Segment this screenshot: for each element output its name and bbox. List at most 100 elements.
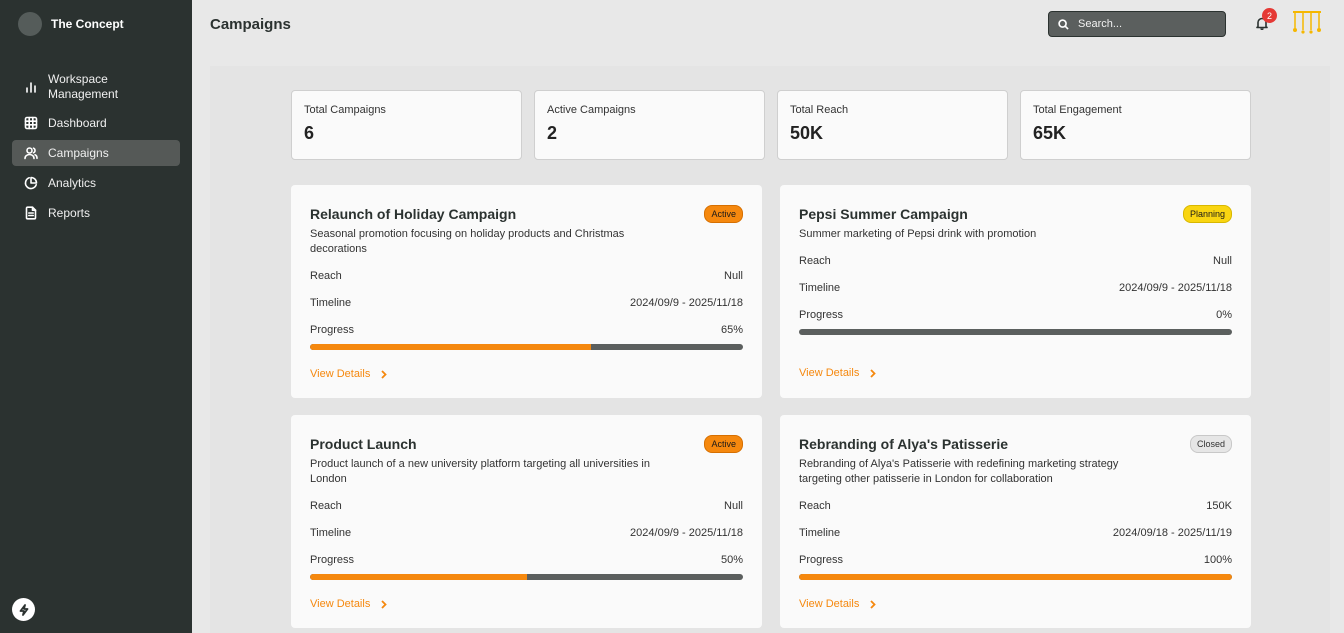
sidebar-item-campaigns[interactable]: Campaigns — [12, 140, 180, 166]
campaign-title: Rebranding of Alya's Patisserie — [799, 436, 1008, 452]
timeline-label: Timeline — [310, 527, 352, 539]
progress-value: 65% — [720, 324, 743, 336]
reach-row: Reach Null — [310, 269, 743, 284]
campaign-card: Pepsi Summer Campaign Planning Summer ma… — [780, 185, 1251, 398]
timeline-label: Timeline — [799, 527, 841, 539]
page-title: Campaigns — [210, 15, 291, 33]
view-details-label: View Details — [310, 598, 371, 610]
status-badge: Active — [704, 435, 743, 453]
progress-value: 100% — [1203, 554, 1232, 566]
search-box[interactable] — [1048, 11, 1226, 37]
campaign-title: Product Launch — [310, 436, 417, 452]
timeline-value: 2024/09/18 - 2025/11/19 — [1112, 527, 1232, 539]
progress-value: 0% — [1216, 309, 1232, 321]
view-details-label: View Details — [799, 598, 860, 610]
reach-value: Null — [724, 500, 743, 512]
sidebar-item-label: Reports — [48, 206, 91, 220]
document-icon — [24, 206, 38, 220]
timeline-row: Timeline 2024/09/9 - 2025/11/18 — [799, 281, 1232, 296]
stat-card-active-campaigns: Active Campaigns 2 — [534, 90, 765, 160]
sidebar-item-label: Dashboard — [48, 116, 107, 130]
chevron-right-icon — [870, 599, 877, 609]
progress-label: Progress — [310, 554, 355, 566]
search-input[interactable] — [1078, 18, 1218, 30]
view-details-link[interactable]: View Details — [799, 598, 877, 610]
stat-label: Total Reach — [790, 104, 849, 116]
search-icon — [1058, 18, 1069, 30]
reach-label: Reach — [799, 500, 831, 512]
stat-label: Active Campaigns — [547, 104, 636, 116]
reach-row: Reach Null — [310, 499, 743, 514]
progress-bar-fill — [310, 344, 592, 350]
timeline-value: 2024/09/9 - 2025/11/18 — [1119, 282, 1232, 294]
campaign-description: Rebranding of Alya's Patisserie with red… — [799, 458, 1119, 485]
stat-value: 65K — [1033, 123, 1067, 143]
reach-value: Null — [1213, 255, 1232, 267]
stat-label: Total Engagement — [1033, 104, 1122, 116]
timeline-value: 2024/09/9 - 2025/11/18 — [630, 527, 743, 539]
view-details-label: View Details — [799, 367, 860, 379]
notification-badge: 2 — [1262, 8, 1277, 23]
stat-value: 50K — [790, 123, 824, 143]
campaign-description: Seasonal promotion focusing on holiday p… — [310, 228, 625, 255]
grid-icon — [24, 116, 38, 130]
sidebar-item-analytics[interactable]: Analytics — [12, 170, 180, 196]
progress-row: Progress 0% — [799, 308, 1232, 323]
brand-logo — [18, 12, 42, 36]
stat-card-total-campaigns: Total Campaigns 6 — [291, 90, 522, 160]
sidebar-item-label: Campaigns — [48, 146, 109, 160]
timeline-row: Timeline 2024/09/18 - 2025/11/19 — [799, 526, 1232, 541]
progress-bar — [799, 329, 1232, 335]
sidebar-item-label: Analytics — [48, 176, 97, 190]
users-icon — [24, 146, 38, 160]
pie-chart-icon — [24, 176, 38, 190]
timeline-row: Timeline 2024/09/9 - 2025/11/18 — [310, 296, 743, 311]
progress-row: Progress 50% — [310, 553, 743, 568]
progress-bar — [799, 574, 1232, 580]
campaign-description: Summer marketing of Pepsi drink with pro… — [799, 228, 1037, 240]
notification-bell[interactable]: 2 — [1255, 8, 1277, 32]
campaign-card: Product Launch Active Product launch of … — [291, 415, 762, 628]
sidebar-item-dashboard[interactable]: Dashboard — [12, 110, 180, 136]
view-details-link[interactable]: View Details — [310, 598, 388, 610]
progress-label: Progress — [799, 309, 844, 321]
bolt-icon[interactable] — [12, 598, 35, 621]
timeline-value: 2024/09/9 - 2025/11/18 — [630, 297, 743, 309]
stat-card-total-engagement: Total Engagement 65K — [1020, 90, 1251, 160]
campaign-card: Relaunch of Holiday Campaign Active Seas… — [291, 185, 762, 398]
main-content: Total Campaigns 6 Active Campaigns 2 Tot… — [210, 66, 1330, 633]
reach-label: Reach — [799, 255, 831, 267]
stat-label: Total Campaigns — [304, 104, 386, 116]
timeline-label: Timeline — [799, 282, 841, 294]
app-logo[interactable] — [1292, 10, 1322, 34]
sidebar-item-label: Workspace Management — [48, 72, 119, 101]
view-details-link[interactable]: View Details — [799, 367, 877, 379]
progress-label: Progress — [310, 324, 355, 336]
stat-card-total-reach: Total Reach 50K — [777, 90, 1008, 160]
chevron-right-icon — [870, 368, 877, 378]
brand-name: The Concept — [51, 17, 124, 31]
reach-value: Null — [724, 270, 743, 282]
progress-value: 50% — [720, 554, 743, 566]
reach-value: 150K — [1206, 500, 1232, 512]
campaign-description: Product launch of a new university platf… — [310, 458, 650, 485]
chevron-right-icon — [381, 599, 388, 609]
progress-bar — [310, 344, 743, 350]
brand[interactable]: The Concept — [0, 0, 192, 48]
sidebar-nav: Workspace Management Dashboard Campaigns… — [0, 70, 192, 226]
chandelier-logo-icon — [1293, 11, 1321, 34]
campaign-title: Relaunch of Holiday Campaign — [310, 206, 517, 222]
sidebar-item-workspace-management[interactable]: Workspace Management — [12, 70, 180, 104]
sidebar-item-reports[interactable]: Reports — [12, 200, 180, 226]
stat-value: 6 — [304, 123, 315, 143]
view-details-link[interactable]: View Details — [310, 368, 388, 380]
bar-chart-icon — [24, 80, 38, 94]
timeline-label: Timeline — [310, 297, 352, 309]
campaign-card: Rebranding of Alya's Patisserie Closed R… — [780, 415, 1251, 628]
sidebar: The Concept Workspace Management Dashboa… — [0, 0, 192, 633]
progress-row: Progress 65% — [310, 323, 743, 338]
view-details-label: View Details — [310, 368, 371, 380]
stat-value: 2 — [547, 123, 558, 143]
top-bar: Campaigns 2 — [192, 0, 1344, 48]
status-badge: Planning — [1182, 205, 1232, 223]
